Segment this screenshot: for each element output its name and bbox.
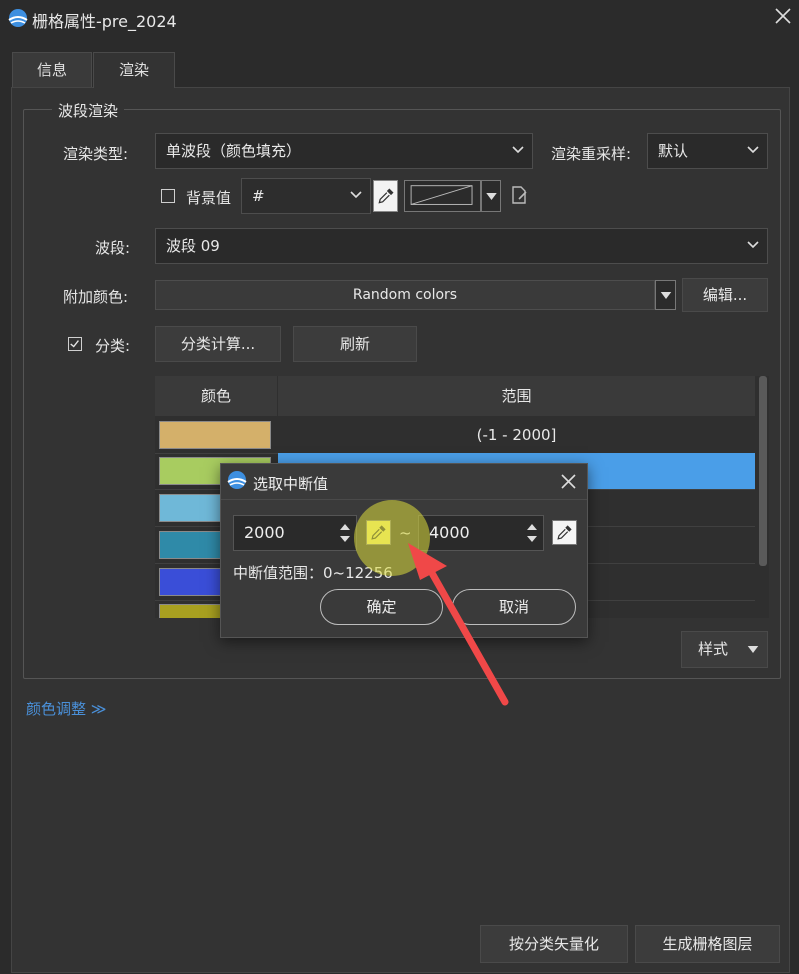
close-icon[interactable]	[773, 6, 793, 26]
background-label: 背景值	[186, 189, 232, 207]
title-bar: 栅格属性-pre_2024	[0, 0, 799, 36]
resample-select[interactable]: 默认	[647, 133, 768, 169]
to-value-spinbox[interactable]: 4000	[418, 515, 544, 551]
cancel-button[interactable]: 取消	[452, 589, 576, 625]
chevron-down-icon	[747, 241, 759, 249]
edit-document-icon[interactable]	[509, 185, 529, 205]
eyedropper-icon	[378, 188, 394, 204]
edit-colors-button[interactable]: 编辑...	[682, 278, 768, 312]
color-dropdown-button[interactable]	[481, 180, 501, 212]
close-icon[interactable]	[560, 473, 577, 490]
from-value-spinbox[interactable]: 2000	[233, 515, 357, 551]
classify-calc-button[interactable]: 分类计算...	[155, 326, 281, 362]
color-column-header: 颜色	[155, 376, 277, 416]
band-label: 波段:	[95, 239, 131, 257]
spin-arrows-icon[interactable]	[527, 522, 537, 544]
color-ramp-select[interactable]: Random colors	[155, 280, 655, 310]
band-select[interactable]: 波段 09	[155, 228, 768, 264]
color-ramp-dropdown[interactable]	[655, 280, 676, 310]
to-eyedropper-button[interactable]	[552, 520, 577, 545]
eyedropper-icon	[557, 525, 572, 540]
background-value: #	[252, 187, 265, 205]
tab-info[interactable]: 信息	[12, 52, 92, 88]
check-icon	[70, 340, 79, 348]
row-range: (-1 - 2000]	[476, 426, 557, 444]
render-type-value: 单波段（颜色填充）	[166, 142, 302, 160]
style-button[interactable]: 样式	[681, 631, 768, 668]
chevron-down-icon	[747, 146, 759, 154]
click-highlight	[354, 500, 430, 576]
chevron-down-icon	[350, 191, 362, 199]
background-color-swatch[interactable]	[404, 180, 481, 212]
classify-label: 分类:	[95, 337, 131, 355]
resample-value: 默认	[658, 142, 689, 160]
vectorize-button[interactable]: 按分类矢量化	[480, 925, 628, 963]
extra-color-label: 附加颜色:	[63, 288, 129, 306]
caret-down-icon	[660, 292, 672, 299]
background-checkbox[interactable]	[161, 189, 175, 203]
color-adjust-link[interactable]: 颜色调整 ≫	[26, 698, 106, 719]
refresh-button[interactable]: 刷新	[293, 326, 417, 362]
dialog-title: 选取中断值	[253, 475, 329, 493]
to-value: 4000	[429, 523, 470, 542]
classify-checkbox[interactable]	[68, 337, 82, 351]
window-title: 栅格属性-pre_2024	[32, 12, 177, 31]
color-ramp-value: Random colors	[352, 287, 458, 303]
table-row[interactable]: (-1 - 2000]	[155, 417, 755, 454]
ok-button[interactable]: 确定	[320, 589, 443, 625]
render-type-select[interactable]: 单波段（颜色填充）	[155, 133, 533, 169]
tab-render[interactable]: 渲染	[93, 52, 175, 88]
caret-down-icon	[747, 646, 759, 653]
background-color-picker[interactable]	[373, 180, 398, 212]
render-type-label: 渲染类型:	[63, 145, 129, 163]
row-color-swatch[interactable]	[159, 421, 271, 449]
caret-down-icon	[486, 193, 497, 200]
app-logo-icon	[8, 9, 28, 27]
table-scrollbar[interactable]	[759, 376, 767, 566]
generate-raster-button[interactable]: 生成栅格图层	[635, 925, 780, 963]
spin-arrows-icon[interactable]	[340, 522, 350, 544]
dialog-divider	[221, 499, 587, 500]
from-value: 2000	[244, 523, 285, 542]
app-logo-icon	[227, 471, 247, 489]
band-value: 波段 09	[166, 237, 220, 255]
range-column-header: 范围	[278, 376, 755, 416]
resample-label: 渲染重采样:	[551, 145, 632, 163]
style-button-label: 样式	[698, 640, 729, 658]
group-title: 波段渲染	[52, 100, 125, 121]
no-color-icon	[410, 185, 473, 205]
chevron-down-icon	[512, 146, 524, 154]
background-value-select[interactable]: #	[241, 178, 371, 214]
